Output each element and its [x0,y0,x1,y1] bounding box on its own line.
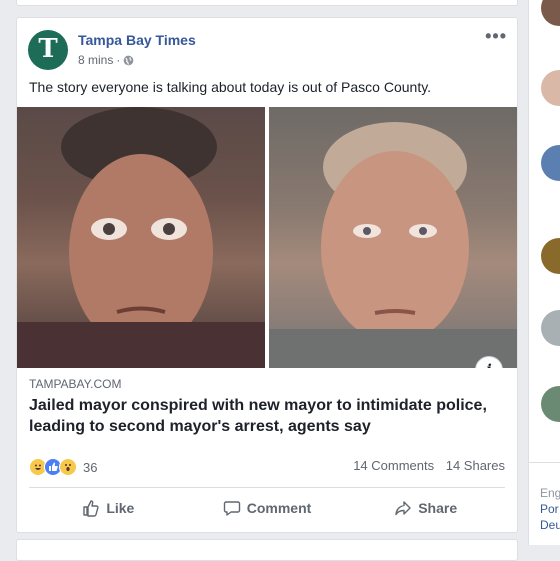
mugshot-right-image[interactable] [269,107,517,368]
page-name-link[interactable]: Tampa Bay Times [78,32,196,48]
next-post-card [16,539,518,561]
thumbs-up-icon [83,500,99,517]
like-label: Like [106,500,135,516]
post-text: The story everyone is talking about toda… [29,79,432,95]
page-avatar[interactable]: T [28,30,68,70]
contact-avatar[interactable] [541,386,560,422]
contact-avatar[interactable] [541,238,560,274]
contact-avatar[interactable] [541,145,560,181]
sidebar-divider [529,462,560,463]
language-link[interactable]: Deu [540,518,560,532]
meta-separator: · [116,53,121,67]
more-options-icon[interactable]: ••• [485,27,507,45]
contact-avatar[interactable] [541,310,560,346]
link-headline[interactable]: Jailed mayor conspired with new mayor to… [29,395,505,437]
post-meta: 8 mins · [78,53,134,67]
right-sidebar: Eng Por Deu [528,0,560,545]
feed-post: T Tampa Bay Times 8 mins · ••• The story… [16,17,518,533]
share-button[interactable]: Share [346,491,505,525]
actions-divider [29,487,505,488]
mugshot-left-image[interactable] [17,107,265,368]
wow-icon [59,458,77,476]
engagement-counts: 14 Comments 14 Shares [345,458,505,473]
comments-count-link[interactable]: 14 Comments [353,458,434,473]
language-current: Eng [540,486,560,500]
like-button[interactable]: Like [29,491,188,525]
contact-avatar[interactable] [541,70,560,106]
share-label: Share [418,500,458,516]
link-preview[interactable]: TAMPABAY.COM Jailed mayor conspired with… [17,368,517,442]
globe-icon [123,55,134,65]
comment-icon [223,501,240,516]
comment-button[interactable]: Comment [188,491,347,525]
logo-letter: T [38,34,58,64]
contact-avatar[interactable] [541,0,560,26]
reactions-summary[interactable]: 36 [29,458,97,476]
comment-label: Comment [246,500,312,516]
post-time[interactable]: 8 mins [78,53,113,67]
shares-count-link[interactable]: 14 Shares [446,458,505,473]
previous-post-card [16,0,518,6]
post-actions: Like Comment Share [29,491,505,525]
language-link[interactable]: Por [540,502,559,516]
link-domain: TAMPABAY.COM [29,377,122,391]
reaction-count: 36 [83,459,98,475]
share-icon [395,501,411,516]
